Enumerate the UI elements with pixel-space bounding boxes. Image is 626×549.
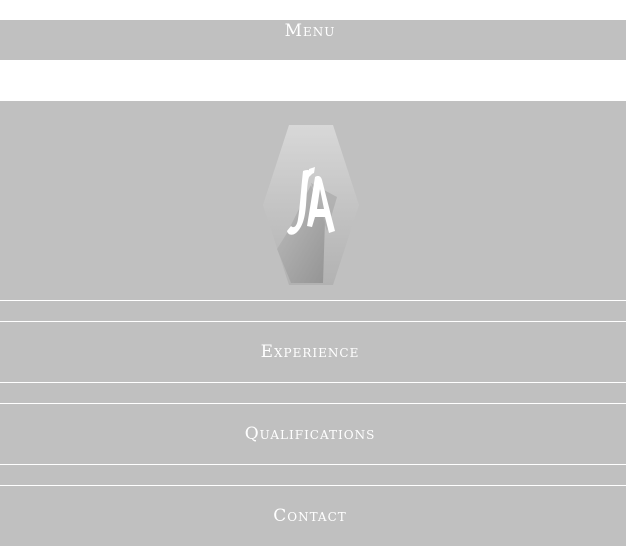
page: Menu Experience Qualifications Contact: [0, 0, 626, 549]
nav-item-experience[interactable]: Experience: [0, 322, 626, 382]
nav-spacer: [0, 301, 626, 321]
nav-item-contact[interactable]: Contact: [0, 486, 626, 546]
nav-item-contact-label: Contact: [273, 506, 347, 526]
nav-spacer: [0, 465, 626, 485]
nav-item-qualifications-label: Qualifications: [244, 424, 376, 444]
nav-spacer: [0, 383, 626, 403]
logo-ja-hexagon-icon: [263, 125, 359, 285]
nav-item-qualifications[interactable]: Qualifications: [0, 404, 626, 464]
menu-label: Menu: [284, 21, 336, 41]
logo-panel: [0, 101, 626, 300]
nav-item-experience-label: Experience: [260, 342, 360, 362]
